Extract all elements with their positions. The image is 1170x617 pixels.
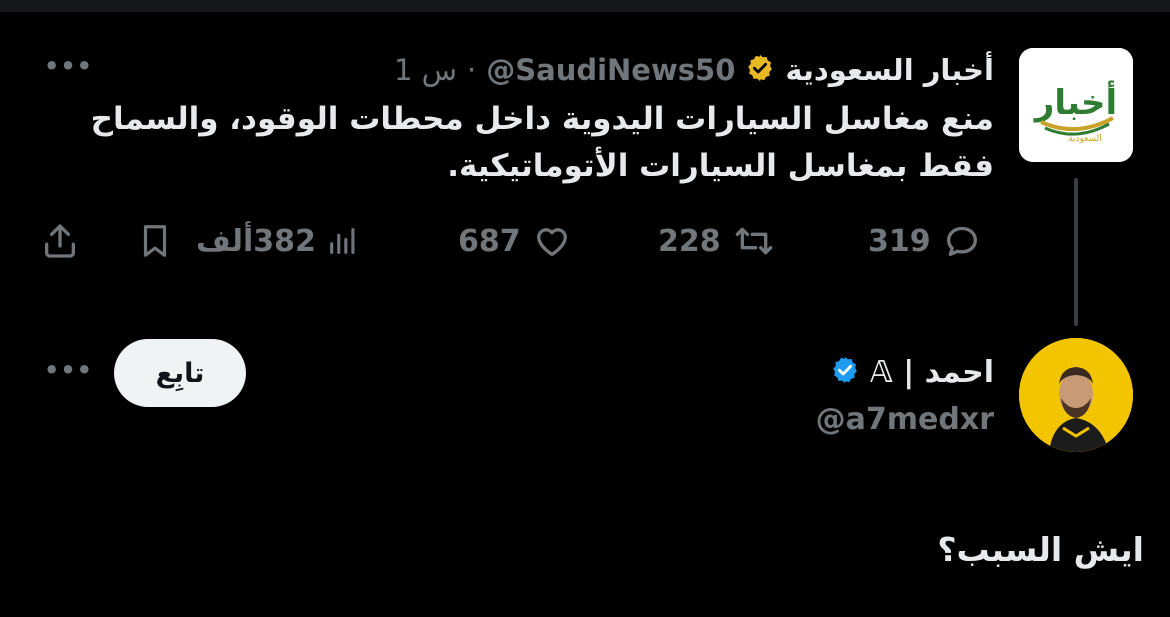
author-name[interactable]: أخبار السعودية [785, 53, 994, 87]
more-dots-icon[interactable]: ••• [44, 52, 93, 80]
author-handle[interactable]: @SaudiNews50 [486, 53, 735, 87]
heart-icon [536, 228, 567, 256]
reply-text: ايش السبب؟ [937, 530, 1144, 569]
thread-connector-line [1074, 178, 1078, 326]
views-button[interactable]: 382ألف [196, 218, 360, 264]
user-avatar-image [1019, 338, 1133, 452]
reply-author-name[interactable]: احمد | 𝔸 [870, 355, 994, 390]
tweet-text: منع مغاسل السيارات اليدوية داخل محطات ال… [90, 101, 994, 184]
original-tweet-header: أخبار السعودية @SaudiNews50 · 1 س [394, 50, 994, 90]
reply-author-handle[interactable]: @a7medxr [816, 402, 994, 437]
separator-dot: · [467, 53, 477, 87]
more-dots-icon[interactable]: ••• [44, 356, 93, 384]
share-button[interactable] [40, 218, 80, 264]
gold-check-icon [745, 53, 775, 87]
news-logo-text: أخبار [1033, 80, 1117, 123]
user-avatar[interactable] [1019, 338, 1133, 452]
news-logo-subtext: السعودية [1068, 134, 1102, 144]
comment-bubble-icon [946, 226, 977, 256]
news-logo-icon: أخبار السعودية [1019, 48, 1133, 162]
retweet-icon [735, 227, 772, 255]
follow-button[interactable]: تابِع [114, 339, 246, 407]
tweet-time[interactable]: 1 س [394, 53, 457, 87]
reply-author-header: احمد | 𝔸 [830, 350, 994, 394]
likes-count: 687 [458, 223, 521, 259]
blue-check-icon [830, 355, 860, 389]
replies-count: 319 [868, 223, 931, 259]
views-chart-icon [330, 228, 355, 254]
retweets-count: 228 [658, 223, 721, 259]
bookmark-icon [143, 225, 167, 257]
bookmark-button[interactable] [136, 218, 174, 264]
tweet-actions-bar: 382ألف 687 228 319 [40, 218, 990, 264]
like-button[interactable]: 687 [458, 218, 573, 264]
top-bar [0, 0, 1170, 12]
news-avatar[interactable]: أخبار السعودية [1019, 48, 1133, 162]
views-count: 382ألف [196, 223, 316, 259]
retweet-button[interactable]: 228 [658, 218, 777, 264]
share-icon [45, 224, 76, 258]
reply-button[interactable]: 319 [868, 218, 983, 264]
